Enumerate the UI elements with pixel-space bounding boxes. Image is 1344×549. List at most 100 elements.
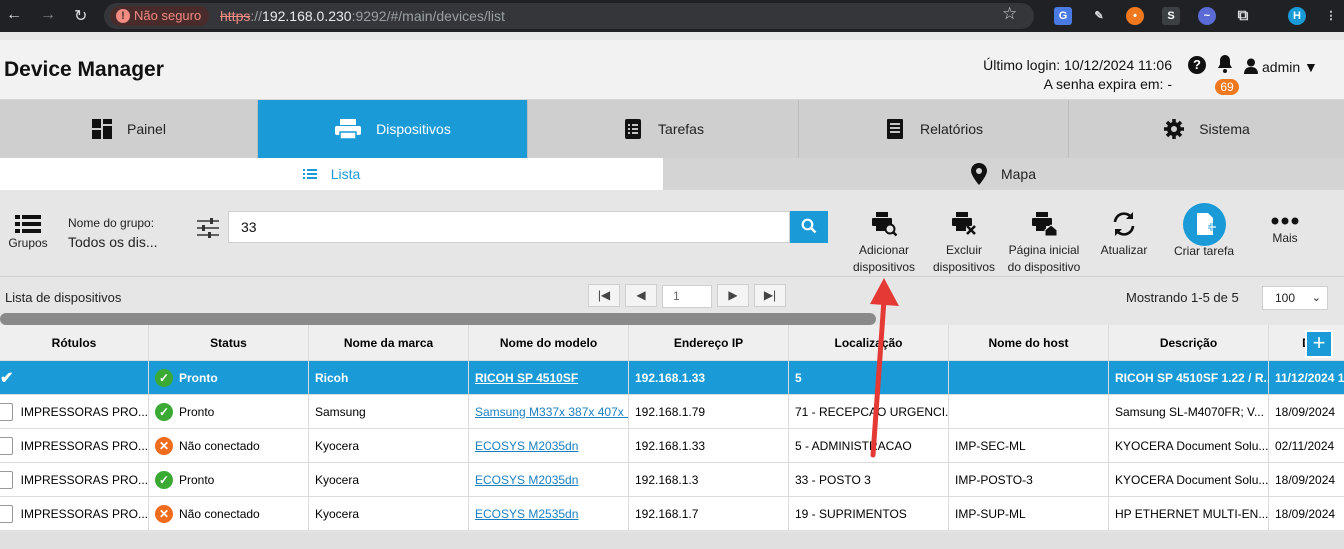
extension-icon[interactable]: • bbox=[1126, 7, 1144, 25]
delete-devices-button[interactable]: Excluir dispositivos bbox=[931, 210, 997, 276]
refresh-button[interactable]: Atualizar bbox=[1096, 210, 1152, 259]
add-column-button[interactable]: + bbox=[1305, 330, 1333, 358]
column-header-status[interactable]: Status bbox=[149, 325, 309, 360]
help-icon[interactable]: ? bbox=[1188, 56, 1206, 74]
model-link[interactable]: ECOSYS M2535dn bbox=[475, 507, 578, 521]
table-row[interactable]: IMPRESSORAS PRO... ✓ Pronto Kyocera ECOSY… bbox=[0, 463, 1344, 497]
subtab-mapa[interactable]: Mapa bbox=[663, 158, 1344, 190]
back-icon[interactable]: ← bbox=[6, 6, 22, 24]
list-header-bar: Lista de dispositivos |◀ ◀ 1 ▶ ▶| Mostra… bbox=[0, 278, 1344, 313]
model-link[interactable]: ECOSYS M2035dn bbox=[475, 439, 578, 453]
s-extension-icon[interactable]: S bbox=[1162, 7, 1180, 25]
menu-dots-icon[interactable]: ⋮ bbox=[1322, 7, 1340, 25]
horizontal-scrollbar-thumb[interactable] bbox=[0, 313, 876, 325]
row-checkbox[interactable] bbox=[0, 504, 13, 523]
row-location-cell: 71 - RECEPCAO URGENCI... bbox=[789, 395, 949, 428]
search-input[interactable] bbox=[228, 211, 790, 243]
column-header-description[interactable]: Descrição bbox=[1109, 325, 1269, 360]
create-task-icon-button[interactable] bbox=[1183, 203, 1226, 246]
row-host-cell: IMP-SEC-ML bbox=[949, 429, 1109, 462]
main-tabs: Painel Dispositivos Tarefas Relatórios S… bbox=[0, 100, 1344, 158]
caret-down-icon: ▼ bbox=[1304, 59, 1318, 75]
gear-icon bbox=[1164, 119, 1185, 139]
row-checkbox[interactable] bbox=[0, 436, 13, 455]
filter-sliders-icon[interactable] bbox=[197, 218, 219, 238]
subtab-lista[interactable]: Lista bbox=[0, 158, 663, 190]
next-page-button[interactable]: ▶ bbox=[717, 284, 749, 307]
tab-painel[interactable]: Painel bbox=[0, 100, 258, 158]
table-row[interactable]: IMPRESSORAS PRO... ✕ Não conectado Kyocer… bbox=[0, 429, 1344, 463]
row-model-cell: RICOH SP 4510SF bbox=[469, 361, 629, 394]
table-row[interactable]: IMPRESSORAS PRO... ✓ Pronto Samsung Samsu… bbox=[0, 395, 1344, 429]
row-brand-cell: Ricoh bbox=[309, 361, 469, 394]
page-bottom-area bbox=[0, 532, 1344, 549]
row-date-cell: 11/12/2024 1 bbox=[1275, 370, 1344, 385]
security-indicator[interactable]: ! Não seguro bbox=[110, 6, 210, 26]
row-description-cell: KYOCERA Document Solu... bbox=[1109, 429, 1269, 462]
add-devices-button[interactable]: Adicionar dispositivos bbox=[852, 210, 916, 276]
more-dots-icon bbox=[1271, 217, 1299, 225]
first-page-button[interactable]: |◀ bbox=[588, 284, 620, 307]
tab-dispositivos[interactable]: Dispositivos bbox=[258, 100, 528, 158]
url-text[interactable]: https://192.168.0.230:9292/#/main/device… bbox=[220, 8, 505, 24]
previous-page-button[interactable]: ◀ bbox=[625, 284, 657, 307]
model-link[interactable]: Samsung M337x 387x 407x S bbox=[475, 405, 628, 419]
search-button[interactable] bbox=[790, 211, 828, 243]
row-checkbox[interactable] bbox=[0, 470, 13, 489]
bookmark-star-icon[interactable]: ☆ bbox=[1002, 4, 1017, 24]
reload-icon[interactable]: ↻ bbox=[74, 6, 87, 26]
column-header-rotulos[interactable]: Rótulos bbox=[0, 325, 149, 360]
table-row[interactable]: ✔ ✓ Pronto Ricoh RICOH SP 4510SF 192.168.… bbox=[0, 361, 1344, 395]
row-model-cell: ECOSYS M2035dn bbox=[469, 463, 629, 496]
row-model-cell: Samsung M337x 387x 407x S bbox=[469, 395, 629, 428]
printer-icon bbox=[335, 119, 362, 140]
profile-icon[interactable]: H bbox=[1288, 7, 1306, 25]
translate-extension-icon[interactable]: G bbox=[1054, 7, 1072, 25]
column-header-location[interactable]: Localização bbox=[789, 325, 949, 360]
tab-tarefas[interactable]: Tarefas bbox=[528, 100, 799, 158]
table-row[interactable]: IMPRESSORAS PRO... ✕ Não conectado Kyocer… bbox=[0, 497, 1344, 531]
map-pin-icon bbox=[970, 163, 987, 185]
column-header-model[interactable]: Nome do modelo bbox=[469, 325, 629, 360]
page-size-select[interactable]: 100 ⌄ bbox=[1262, 286, 1328, 310]
row-ip-cell: 192.168.1.3 bbox=[629, 463, 789, 496]
forward-icon[interactable]: → bbox=[40, 6, 56, 24]
row-label-cell: IMPRESSORAS PRO... bbox=[0, 497, 149, 530]
printer-search-icon bbox=[872, 212, 898, 237]
last-page-button[interactable]: ▶| bbox=[754, 284, 786, 307]
status-ok-icon: ✓ bbox=[155, 470, 173, 489]
groups-button[interactable]: Grupos bbox=[8, 214, 48, 250]
column-header-host[interactable]: Nome do host bbox=[949, 325, 1109, 360]
notification-count-badge[interactable]: 69 bbox=[1215, 79, 1239, 95]
eyedropper-extension-icon[interactable]: ✎ bbox=[1090, 7, 1108, 25]
group-name-value[interactable]: Todos os dis... bbox=[68, 234, 158, 250]
row-brand-cell: Kyocera bbox=[309, 429, 469, 462]
groups-list-icon bbox=[15, 215, 41, 233]
more-button[interactable]: Mais bbox=[1262, 216, 1308, 247]
tab-sistema[interactable]: Sistema bbox=[1069, 100, 1344, 158]
row-label-cell: ✔ bbox=[0, 361, 149, 394]
row-date-cell: 18/09/2024 bbox=[1275, 404, 1336, 419]
column-header-ip[interactable]: Endereço IP bbox=[629, 325, 789, 360]
column-header-brand[interactable]: Nome da marca bbox=[309, 325, 469, 360]
address-bar[interactable]: ! Não seguro https://192.168.0.230:9292/… bbox=[104, 3, 1034, 29]
checked-checkmark-icon[interactable]: ✔ bbox=[0, 368, 13, 388]
tasks-icon bbox=[625, 119, 642, 139]
device-toolbar: Grupos Nome do grupo: Todos os dis... Ad… bbox=[0, 190, 1344, 277]
user-menu[interactable]: admin ▼ bbox=[1244, 58, 1318, 75]
tab-relatorios[interactable]: Relatórios bbox=[799, 100, 1069, 158]
row-checkbox[interactable] bbox=[0, 402, 13, 421]
notifications-bell-icon[interactable] bbox=[1216, 54, 1234, 79]
row-date-cell: 18/09/2024 bbox=[1275, 506, 1336, 521]
row-description-cell: HP ETHERNET MULTI-EN... bbox=[1109, 497, 1269, 530]
row-ip-cell: 192.168.1.79 bbox=[629, 395, 789, 428]
page-number-input[interactable]: 1 bbox=[662, 285, 712, 308]
model-link[interactable]: RICOH SP 4510SF bbox=[475, 371, 578, 385]
row-label-cell: IMPRESSORAS PRO... bbox=[0, 463, 149, 496]
device-home-page-button[interactable]: Página inicial do dispositivo bbox=[1004, 210, 1084, 276]
status-error-icon: ✕ bbox=[155, 436, 173, 455]
create-task-button[interactable]: Criar tarefa bbox=[1166, 243, 1242, 260]
extensions-puzzle-icon[interactable]: ⧉ bbox=[1234, 7, 1252, 25]
wave-extension-icon[interactable]: ~ bbox=[1198, 7, 1216, 25]
model-link[interactable]: ECOSYS M2035dn bbox=[475, 473, 578, 487]
